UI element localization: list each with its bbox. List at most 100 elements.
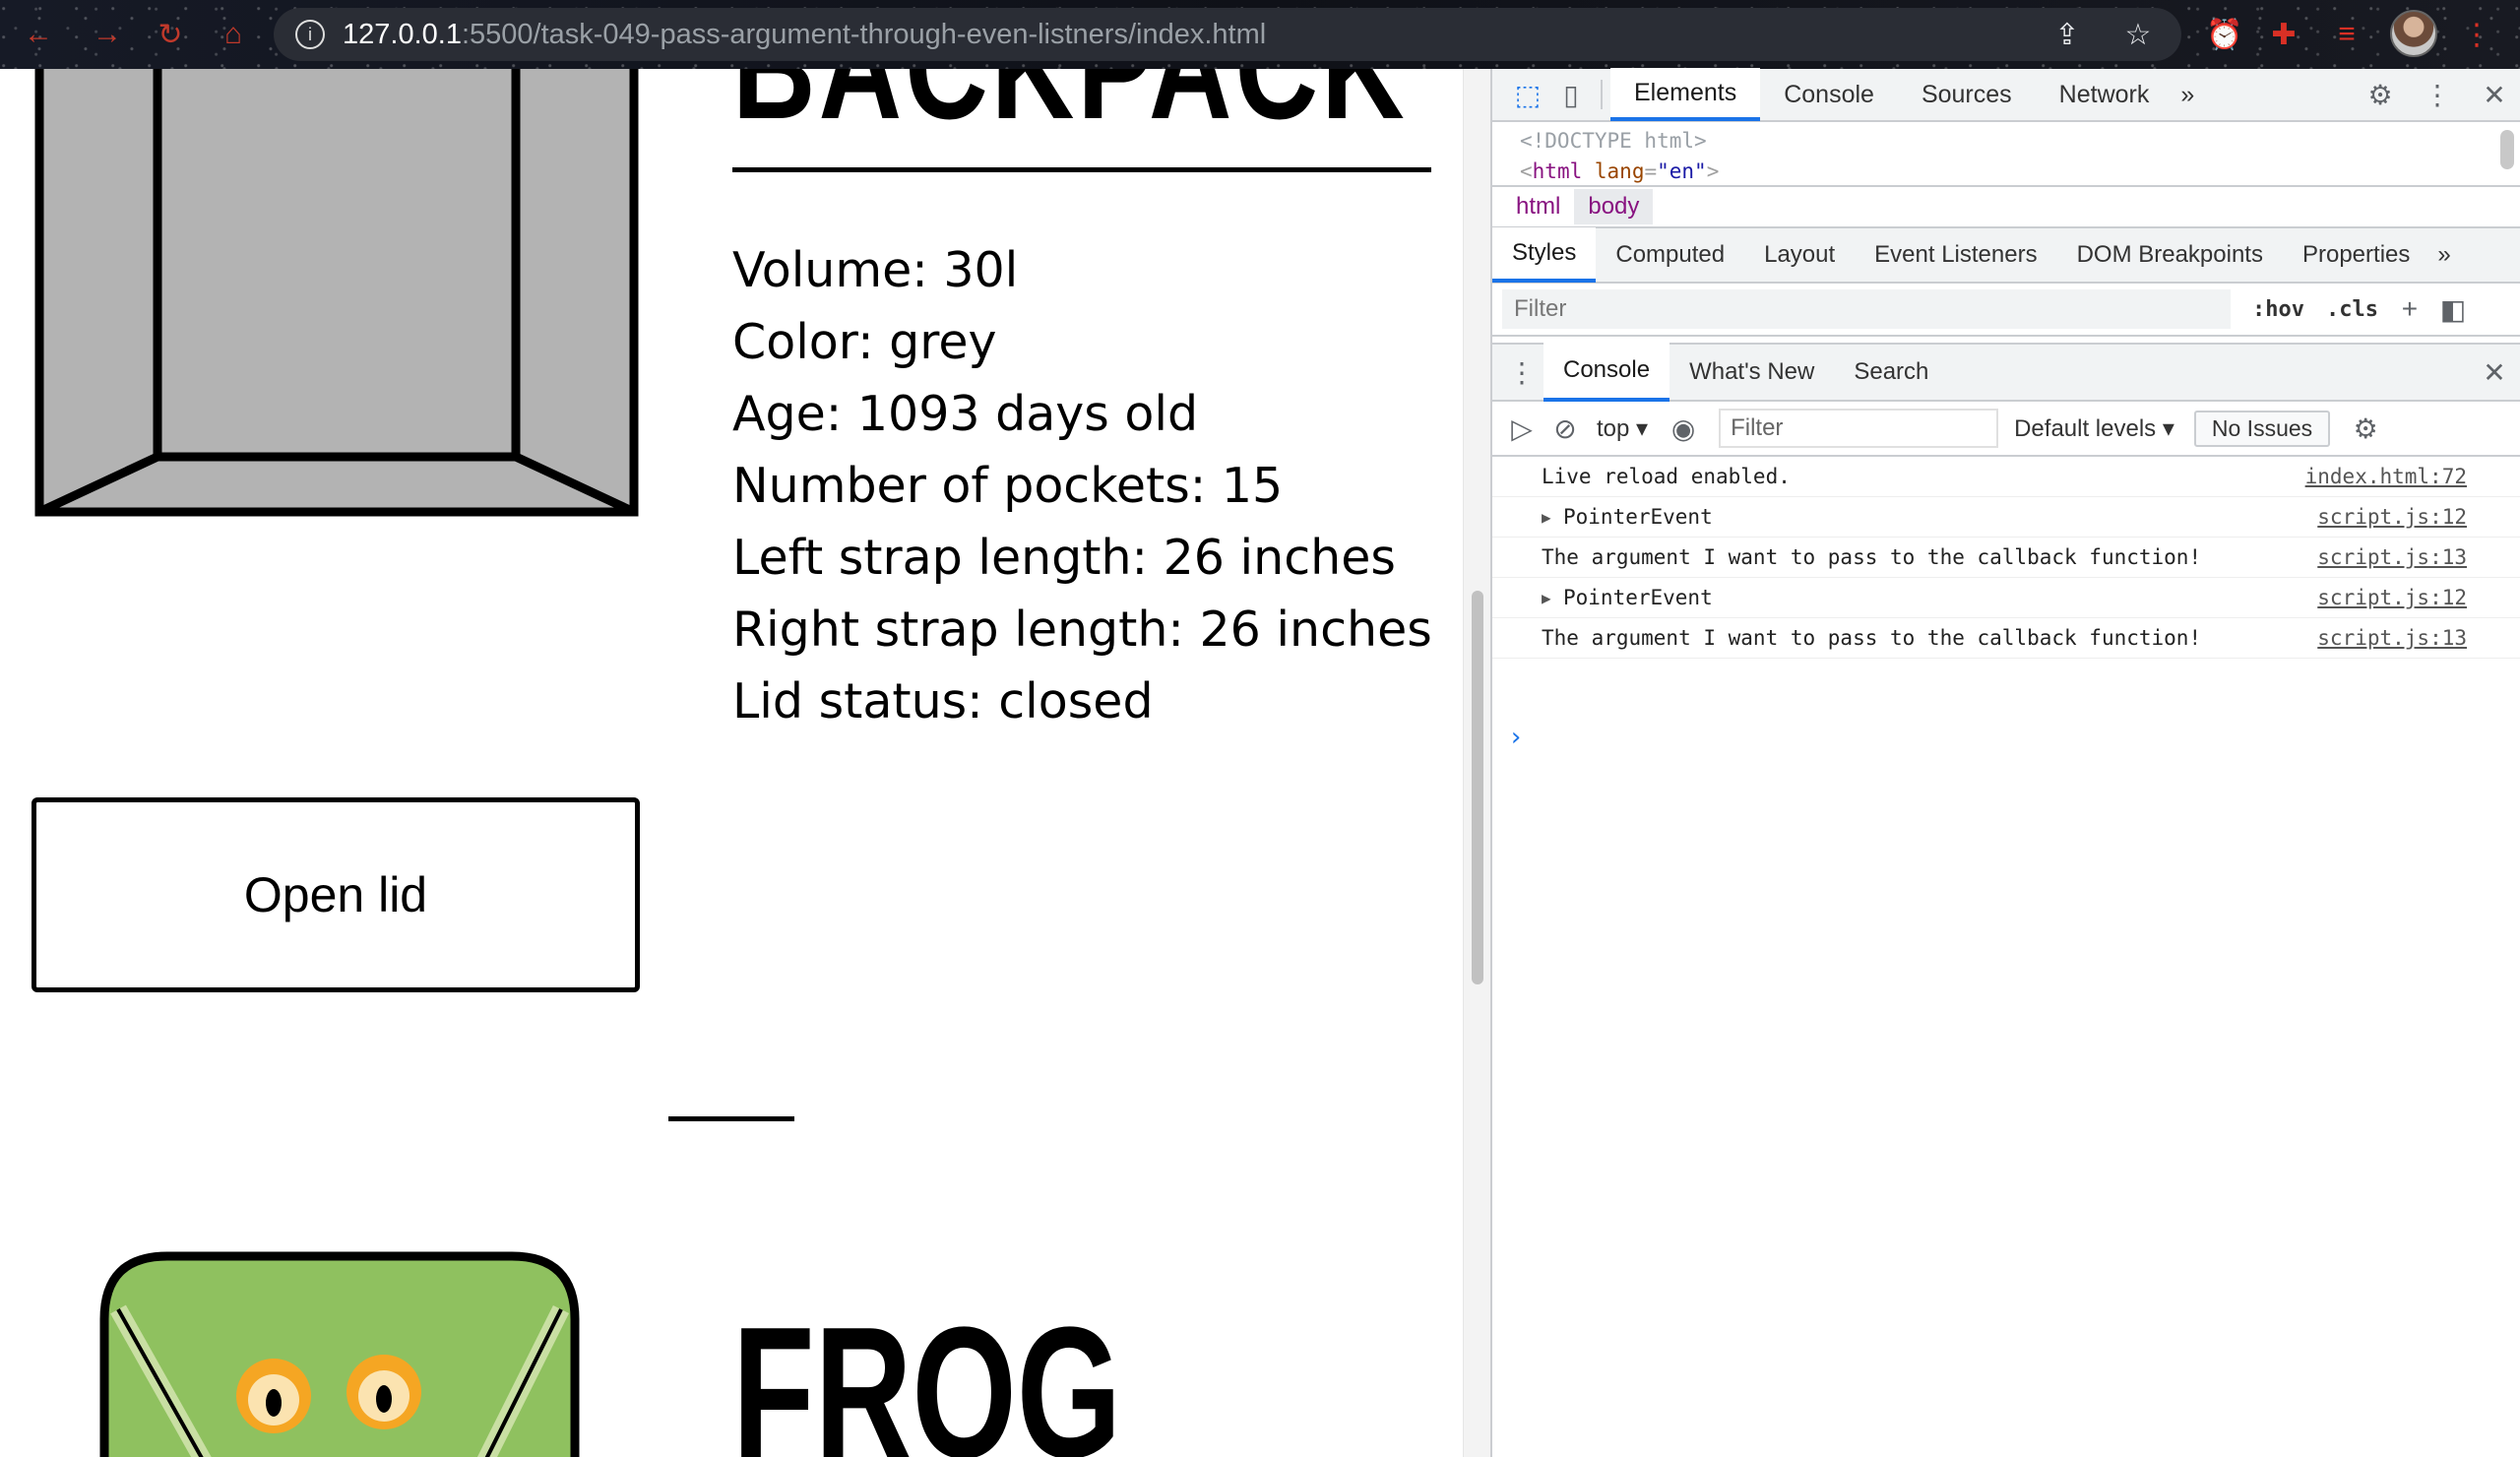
console-settings-gear-icon[interactable]: ⚙	[2344, 407, 2387, 450]
dom-tree[interactable]: <!DOCTYPE html> <html lang="en">	[1492, 124, 2520, 185]
tab-network[interactable]: Network	[2036, 68, 2174, 121]
open-lid-button[interactable]: Open lid	[32, 797, 640, 992]
spec-left-strap: Left strap length: 26 inches	[732, 530, 1396, 586]
url-text[interactable]: 127.0.0.1:5500/task-049-pass-argument-th…	[343, 19, 1266, 51]
log-message[interactable]: PointerEvent	[1563, 586, 1713, 609]
tab-properties[interactable]: Properties	[2283, 227, 2429, 283]
new-style-rule-icon[interactable]: +	[2388, 287, 2431, 331]
class-toggle[interactable]: .cls	[2326, 297, 2378, 322]
tab-event-listeners[interactable]: Event Listeners	[1855, 227, 2056, 283]
styles-filter-row: Filter :hov .cls + ◧	[1492, 284, 2520, 337]
log-source-link[interactable]: script.js:13	[2317, 545, 2467, 569]
tab-console[interactable]: Console	[1760, 68, 1898, 121]
dom-tree-scrollbar[interactable]	[2500, 130, 2514, 169]
log-entry[interactable]: ▶ PointerEvent script.js:12	[1492, 497, 2520, 538]
tab-computed[interactable]: Computed	[1596, 227, 1744, 283]
inspect-element-icon[interactable]: ⬚	[1506, 73, 1549, 116]
styles-tabbar: Styles Computed Layout Event Listeners D…	[1492, 227, 2520, 284]
clear-console-icon[interactable]: ⊘	[1544, 407, 1587, 450]
devtools-menu-icon[interactable]: ⋮	[2416, 73, 2459, 116]
reload-icon[interactable]: ↻	[148, 12, 193, 57]
drawer-tabbar: ⋮ Console What's New Search ✕	[1492, 343, 2520, 402]
forward-arrow-icon[interactable]: →	[85, 12, 130, 57]
toggle-sidebar-icon[interactable]: ◧	[2431, 287, 2475, 331]
backpack-specs: Volume: 30l Color: grey Age: 1093 days o…	[732, 241, 1441, 744]
log-source-link[interactable]: script.js:12	[2317, 505, 2467, 529]
page-scrollbar-thumb[interactable]	[1472, 591, 1483, 984]
page-scrollbar[interactable]	[1463, 69, 1490, 1457]
backpack-image	[34, 69, 639, 517]
profile-avatar[interactable]	[2390, 10, 2437, 57]
log-entry: Live reload enabled. index.html:72	[1492, 457, 2520, 497]
styles-filter-input[interactable]: Filter	[1502, 289, 2231, 329]
site-info-icon[interactable]: i	[295, 20, 325, 49]
spec-color: Color: grey	[732, 314, 997, 370]
spec-age: Age: 1093 days old	[732, 386, 1199, 442]
drawer-tab-search[interactable]: Search	[1834, 343, 1948, 402]
breadcrumb: html body	[1492, 185, 2520, 228]
spec-right-strap: Right strap length: 26 inches	[732, 602, 1432, 658]
section-divider	[668, 1116, 794, 1121]
drawer-menu-icon[interactable]: ⋮	[1500, 350, 1544, 394]
settings-gear-icon[interactable]: ⚙	[2359, 73, 2402, 116]
console-toolbar: ▷ ⊘ top ▾ ◉ Filter Default levels ▾ No I…	[1492, 402, 2520, 457]
alarm-extension-icon[interactable]: ⏰	[2203, 13, 2246, 56]
breadcrumb-html[interactable]: html	[1502, 189, 1574, 224]
home-icon[interactable]: ⌂	[211, 12, 256, 57]
drawer-tab-whats-new[interactable]: What's New	[1670, 343, 1834, 402]
share-icon[interactable]: ⇪	[2048, 15, 2087, 54]
bookmark-star-icon[interactable]: ☆	[2118, 15, 2158, 54]
tab-elements[interactable]: Elements	[1610, 68, 1761, 121]
log-levels-dropdown[interactable]: Default levels ▾	[2014, 414, 2174, 443]
console-log: Live reload enabled. index.html:72 ▶ Poi…	[1492, 457, 2520, 752]
browser-toolbar: ← → ↻ ⌂ i 127.0.0.1:5500/task-049-pass-a…	[0, 0, 2520, 69]
close-devtools-icon[interactable]: ✕	[2473, 73, 2516, 116]
device-toolbar-icon[interactable]: ▯	[1549, 73, 1593, 116]
log-source-link[interactable]: script.js:13	[2317, 626, 2467, 650]
spec-volume: Volume: 30l	[732, 242, 1019, 298]
log-message: The argument I want to pass to the callb…	[1542, 545, 2202, 569]
more-styles-tabs-icon[interactable]: »	[2429, 227, 2458, 283]
devtools-panel: ⬚ ▯ Elements Console Sources Network » ⚙…	[1490, 68, 2520, 1457]
more-tabs-icon[interactable]: »	[2173, 68, 2202, 121]
tab-sources[interactable]: Sources	[1898, 68, 2036, 121]
puzzle-extension-icon[interactable]: ✚	[2262, 13, 2305, 56]
log-message: The argument I want to pass to the callb…	[1542, 626, 2202, 650]
breadcrumb-body[interactable]: body	[1574, 189, 1654, 224]
console-sidebar-icon[interactable]: ▷	[1500, 407, 1544, 450]
context-selector[interactable]: top ▾	[1597, 414, 1648, 443]
console-prompt-icon[interactable]: ›	[1508, 723, 1524, 752]
title-underline	[732, 167, 1431, 172]
toolbar-separator	[1601, 80, 1603, 109]
spec-pockets: Number of pockets: 15	[732, 458, 1284, 514]
frog-title: FROG	[732, 1289, 1122, 1457]
backpack-title: BACKPACK	[732, 69, 1408, 153]
tab-layout[interactable]: Layout	[1744, 227, 1855, 283]
log-message[interactable]: PointerEvent	[1563, 505, 1713, 529]
tab-dom-breakpoints[interactable]: DOM Breakpoints	[2057, 227, 2283, 283]
drawer-tab-console[interactable]: Console	[1544, 343, 1670, 402]
menu-kebab-icon[interactable]: ⋮	[2455, 13, 2498, 56]
back-arrow-icon[interactable]: ←	[16, 12, 61, 57]
expand-triangle-icon[interactable]: ▶	[1542, 589, 1551, 607]
devtools-main-tabbar: ⬚ ▯ Elements Console Sources Network » ⚙…	[1492, 68, 2520, 122]
live-expression-eye-icon[interactable]: ◉	[1662, 407, 1705, 450]
console-filter-input[interactable]: Filter	[1719, 409, 1999, 448]
frog-image	[99, 1251, 580, 1457]
address-bar[interactable]: i 127.0.0.1:5500/task-049-pass-argument-…	[274, 8, 2181, 61]
log-entry[interactable]: ▶ PointerEvent script.js:12	[1492, 578, 2520, 618]
log-message: Live reload enabled.	[1542, 465, 1791, 488]
tab-styles[interactable]: Styles	[1492, 227, 1597, 283]
dom-html-node[interactable]: <html lang="en">	[1520, 157, 2520, 187]
page-viewport: BACKPACK Volume: 30l Color: grey Age: 10…	[0, 69, 1463, 1457]
spec-lid-status: Lid status: closed	[732, 673, 1154, 729]
log-entry: The argument I want to pass to the callb…	[1492, 538, 2520, 578]
log-source-link[interactable]: script.js:12	[2317, 586, 2467, 609]
close-drawer-icon[interactable]: ✕	[2473, 350, 2516, 394]
expand-triangle-icon[interactable]: ▶	[1542, 508, 1551, 527]
log-source-link[interactable]: index.html:72	[2305, 465, 2467, 488]
dom-doctype[interactable]: <!DOCTYPE html>	[1520, 126, 2520, 157]
hover-state-toggle[interactable]: :hov	[2252, 297, 2304, 322]
playlist-extension-icon[interactable]: ≡	[2325, 13, 2368, 56]
issues-button[interactable]: No Issues	[2193, 410, 2331, 447]
